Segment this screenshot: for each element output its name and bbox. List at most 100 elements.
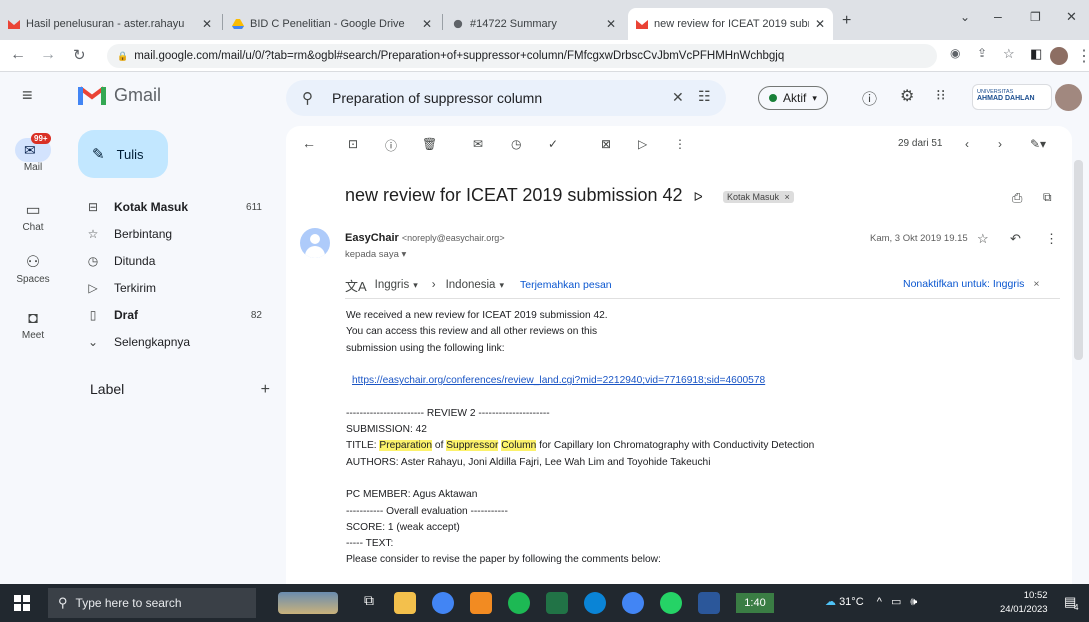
print-icon[interactable]: ⎙ — [1012, 190, 1022, 206]
translate-from[interactable]: Inggris — [375, 279, 410, 291]
move-to-icon[interactable]: ⊠ — [601, 137, 611, 151]
close-icon[interactable]: ✕ — [815, 17, 825, 31]
browser-tab[interactable]: Hasil penelusuran - aster.rahayu ✕ — [0, 8, 220, 40]
restore-icon[interactable]: ❐ — [1030, 10, 1041, 24]
add-label-icon[interactable]: + — [261, 381, 270, 399]
tab-search-icon[interactable]: ⌄ — [960, 10, 970, 24]
main-menu-icon[interactable]: ≡ — [22, 85, 33, 106]
browser-tab-active[interactable]: new review for ICEAT 2019 subm ✕ — [628, 8, 833, 40]
forward-icon[interactable]: → — [40, 46, 56, 64]
share-icon[interactable]: ⇪ — [977, 46, 987, 60]
org-badge[interactable]: UNIVERSITAS AHMAD DAHLAN — [972, 84, 1052, 110]
compose-button[interactable]: ✎ Tulis — [78, 130, 168, 178]
scrollbar[interactable] — [1074, 160, 1083, 360]
bookmark-star-icon[interactable]: ☆ — [1003, 46, 1015, 62]
profile-avatar[interactable] — [1050, 47, 1068, 65]
app-icon[interactable] — [470, 592, 492, 614]
rail-chat[interactable]: ▭ Chat — [0, 200, 66, 233]
archive-icon[interactable]: ⊡ — [348, 137, 358, 151]
apps-grid-icon[interactable]: ⁝⁝ — [936, 86, 946, 104]
reply-icon[interactable]: ↶ — [1010, 231, 1021, 247]
recipients-line[interactable]: kepada saya ▾ — [345, 249, 406, 260]
sidebar-item-drafts[interactable]: ▯ Draf 82 — [78, 304, 278, 326]
report-spam-icon[interactable]: ⓘ — [385, 137, 397, 154]
browser-tab[interactable]: BID C Penelitian - Google Drive ✕ — [224, 8, 440, 40]
label-chip[interactable]: Kotak Masuk × — [723, 191, 794, 203]
mark-unread-icon[interactable]: ✉ — [473, 137, 483, 151]
spotify-icon[interactable] — [508, 592, 530, 614]
network-icon[interactable]: ▭ — [891, 596, 901, 608]
snooze-icon[interactable]: ◷ — [511, 137, 521, 151]
whatsapp-icon[interactable] — [660, 592, 682, 614]
review-link[interactable]: https://easychair.org/conferences/review… — [352, 375, 765, 386]
gmail-logo[interactable]: Gmail — [78, 84, 161, 106]
back-to-list-icon[interactable]: ← — [302, 135, 316, 151]
minimize-icon[interactable]: – — [994, 8, 1002, 24]
tray-chevron-icon[interactable]: ^ — [877, 596, 882, 608]
sender-avatar[interactable] — [300, 228, 330, 258]
remove-label-icon[interactable]: × — [785, 192, 790, 202]
browser-tab[interactable]: #14722 Summary ✕ — [444, 8, 624, 40]
edge-icon[interactable] — [584, 592, 606, 614]
task-view-icon[interactable]: ⧉ — [358, 592, 380, 614]
windows-start-icon[interactable] — [14, 595, 30, 611]
close-icon[interactable]: ✕ — [202, 17, 212, 31]
search-query[interactable]: Preparation of suppressor column — [332, 90, 542, 106]
rail-mail[interactable]: ✉ 99+ Mail — [0, 133, 66, 173]
next-message-icon[interactable]: › — [998, 137, 1002, 151]
translate-to[interactable]: Indonesia — [446, 279, 496, 291]
rail-meet[interactable]: ◘ Meet — [0, 310, 66, 341]
dismiss-translate-icon[interactable]: × — [1033, 278, 1039, 290]
open-new-window-icon[interactable]: ⧉ — [1043, 190, 1052, 205]
input-tools-icon[interactable]: ✎▾ — [1030, 137, 1046, 151]
status-dropdown[interactable]: Aktif ▾ — [758, 86, 828, 110]
back-icon[interactable]: ← — [10, 46, 26, 64]
account-avatar[interactable] — [1055, 84, 1082, 111]
translate-off[interactable]: Nonaktifkan untuk: Inggris × — [903, 278, 1039, 290]
add-task-icon[interactable]: ✓ — [548, 137, 558, 151]
close-window-icon[interactable]: ✕ — [1066, 9, 1077, 25]
importance-icon[interactable]: ᐅ — [694, 190, 703, 204]
sidepanel-icon[interactable]: ◧ — [1030, 46, 1042, 62]
search-icon[interactable]: ⚲ — [302, 89, 313, 107]
label-icon[interactable]: ▷ — [638, 137, 647, 151]
star-message-icon[interactable]: ☆ — [977, 231, 989, 247]
sidebar-item-snoozed[interactable]: ◷ Ditunda — [78, 250, 278, 272]
message-more-icon[interactable]: ⋮ — [1045, 231, 1058, 247]
more-options-icon[interactable]: ⋮ — [674, 137, 686, 151]
delete-icon[interactable]: 🗑 — [422, 137, 437, 151]
close-icon[interactable]: ✕ — [606, 17, 616, 31]
label-chip-text: Kotak Masuk — [727, 192, 780, 202]
settings-gear-icon[interactable]: ⚙ — [900, 86, 914, 106]
weather-widget[interactable] — [278, 592, 338, 614]
url-field[interactable]: 🔒 mail.google.com/mail/u/0/?tab=rm&ogbl#… — [107, 44, 937, 68]
sidebar-item-inbox[interactable]: ⊟ Kotak Masuk 611 — [78, 196, 278, 218]
timer-widget[interactable]: 1:40 — [736, 593, 774, 613]
sender-name[interactable]: EasyChair — [345, 232, 399, 244]
system-clock[interactable]: 10:52 24/01/2023 — [1000, 589, 1048, 617]
rail-spaces[interactable]: ⚇ Spaces — [0, 252, 66, 285]
prev-message-icon[interactable]: ‹ — [965, 137, 969, 151]
translate-link[interactable]: Terjemahkan pesan — [520, 279, 612, 291]
reload-icon[interactable]: ↻ — [73, 46, 86, 64]
new-tab-icon[interactable]: + — [842, 12, 851, 30]
close-icon[interactable]: ✕ — [422, 17, 432, 31]
eye-icon[interactable]: ◉ — [950, 46, 960, 60]
sidebar-item-more[interactable]: ⌄ Selengkapnya — [78, 331, 278, 353]
file-explorer-icon[interactable] — [394, 592, 416, 614]
search-options-icon[interactable]: ☷ — [698, 88, 711, 105]
word-icon[interactable] — [698, 592, 720, 614]
temperature[interactable]: 31°C — [839, 596, 864, 608]
excel-icon[interactable] — [546, 592, 568, 614]
sidebar-item-sent[interactable]: ▷ Terkirim — [78, 277, 278, 299]
status-label: Aktif — [783, 91, 807, 105]
mail-search-bar[interactable]: ⚲ Preparation of suppressor column ✕ ☷ — [286, 80, 726, 116]
clear-search-icon[interactable]: ✕ — [672, 89, 684, 106]
chrome-icon[interactable] — [432, 592, 454, 614]
volume-icon[interactable]: 🕪 — [910, 596, 917, 608]
sidebar-item-starred[interactable]: ☆ Berbintang — [78, 223, 278, 245]
chrome-icon[interactable] — [622, 592, 644, 614]
taskbar-search[interactable]: ⚲ Type here to search — [48, 588, 256, 618]
browser-menu-icon[interactable]: ⋮ — [1076, 46, 1089, 66]
help-icon[interactable]: ⓘ — [862, 88, 877, 109]
